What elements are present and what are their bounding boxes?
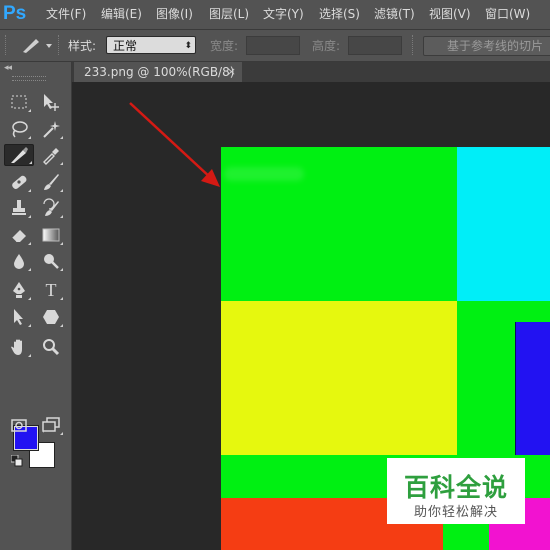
blur-tool[interactable] (6, 250, 32, 272)
hexagon-icon (43, 310, 59, 324)
hand-icon (11, 339, 22, 355)
type-tool[interactable]: T (38, 279, 64, 301)
menu-edit[interactable]: 编辑(E) (101, 0, 142, 29)
menu-layer[interactable]: 图层(L) (209, 0, 249, 29)
options-bar: 样式: 正常 ⬍ 宽度: 高度: 基于参考线的切片 (0, 30, 550, 62)
default-colors-icon[interactable] (11, 455, 23, 467)
magic-wand-icon (43, 121, 60, 138)
menu-type[interactable]: 文字(Y) (263, 0, 304, 29)
slice-tool[interactable] (4, 144, 34, 166)
marquee-tool[interactable] (6, 91, 32, 113)
magnifier-icon (43, 339, 60, 356)
style-label: 样式: (68, 39, 97, 53)
dodge-tool[interactable] (38, 250, 64, 272)
move-tool[interactable] (38, 91, 64, 113)
slice-tool-preset-icon (23, 39, 52, 53)
watermark-subtitle: 助你轻松解决 (413, 505, 498, 520)
rect-marquee-icon (11, 95, 27, 109)
watermark-logo: 百科全说 助你轻松解决 (387, 458, 525, 524)
hand-tool[interactable] (6, 336, 32, 358)
history-brush-icon (43, 198, 59, 216)
document-tab-bar: 233.png @ 100%(RGB/8) × (72, 62, 550, 82)
menu-window[interactable]: 窗口(W) (485, 0, 530, 29)
history-brush-tool[interactable] (38, 197, 64, 219)
pen-tool[interactable] (6, 279, 32, 301)
menu-filter[interactable]: 滤镜(T) (374, 0, 415, 29)
eraser-icon (11, 230, 26, 243)
drop-icon (14, 254, 24, 269)
menu-view[interactable]: 视图(V) (429, 0, 471, 29)
document-tab[interactable]: 233.png @ 100%(RGB/8) × (74, 62, 242, 82)
move-arrow-icon (44, 94, 59, 111)
quick-mask-button[interactable] (6, 414, 32, 436)
eyedropper-tool[interactable] (38, 144, 64, 166)
zoom-tool[interactable] (38, 336, 64, 358)
panel-grip[interactable] (12, 76, 46, 81)
tool-preset-picker[interactable] (20, 35, 56, 55)
menu-image[interactable]: 图像(I) (156, 0, 193, 29)
height-field[interactable] (348, 36, 402, 55)
options-grip[interactable] (5, 35, 9, 55)
options-separator (58, 35, 62, 55)
width-field[interactable] (246, 36, 300, 55)
screen-mode-icon (42, 417, 60, 432)
tools-panel: ◂◂ T (0, 62, 72, 550)
brush-icon (44, 174, 59, 190)
menu-file[interactable]: 文件(F) (46, 0, 86, 29)
slice-knife-icon (11, 147, 28, 163)
magic-wand-tool[interactable] (38, 118, 64, 140)
photoshop-logo: Ps (3, 3, 27, 24)
close-icon[interactable]: × (227, 62, 236, 82)
screen-mode-button[interactable] (38, 414, 64, 436)
path-selection-tool[interactable] (6, 306, 32, 328)
dodge-icon (44, 254, 59, 269)
height-label: 高度: (312, 39, 341, 53)
annotation-arrow (129, 102, 220, 187)
style-select[interactable]: 正常 ⬍ (106, 36, 196, 54)
lasso-icon (12, 121, 28, 138)
bandage-icon (12, 175, 27, 189)
type-t-icon: T (45, 279, 57, 300)
healing-brush-tool[interactable] (6, 171, 32, 193)
menu-select[interactable]: 选择(S) (319, 0, 360, 29)
eraser-tool[interactable] (6, 224, 32, 246)
watermark-title: 百科全说 (403, 473, 508, 502)
options-separator (412, 35, 416, 55)
pen-nib-icon (13, 282, 25, 298)
collapse-panel-icon[interactable]: ◂◂ (4, 63, 12, 73)
menu-bar: Ps 文件(F) 编辑(E) 图像(I) 图层(L) 文字(Y) 选择(S) 滤… (0, 0, 550, 30)
document-tab-title: 233.png @ 100%(RGB/8) (84, 65, 235, 79)
brush-tool[interactable] (38, 171, 64, 193)
stamp-icon (12, 200, 26, 215)
lasso-tool[interactable] (6, 118, 32, 140)
updown-arrows-icon: ⬍ (184, 41, 192, 51)
gradient-tool[interactable] (38, 224, 64, 246)
eyedropper-icon (43, 148, 59, 165)
path-arrow-icon (14, 309, 23, 325)
quick-mask-icon (11, 419, 27, 432)
clone-stamp-tool[interactable] (6, 197, 32, 219)
image-block-blue[interactable] (515, 322, 550, 469)
style-select-value: 正常 (113, 39, 138, 53)
slices-from-guides-button[interactable]: 基于参考线的切片 (423, 36, 550, 56)
width-label: 宽度: (210, 39, 239, 53)
image-block-yellow[interactable] (221, 301, 457, 455)
gradient-icon (42, 228, 60, 242)
shape-tool[interactable] (38, 306, 64, 328)
